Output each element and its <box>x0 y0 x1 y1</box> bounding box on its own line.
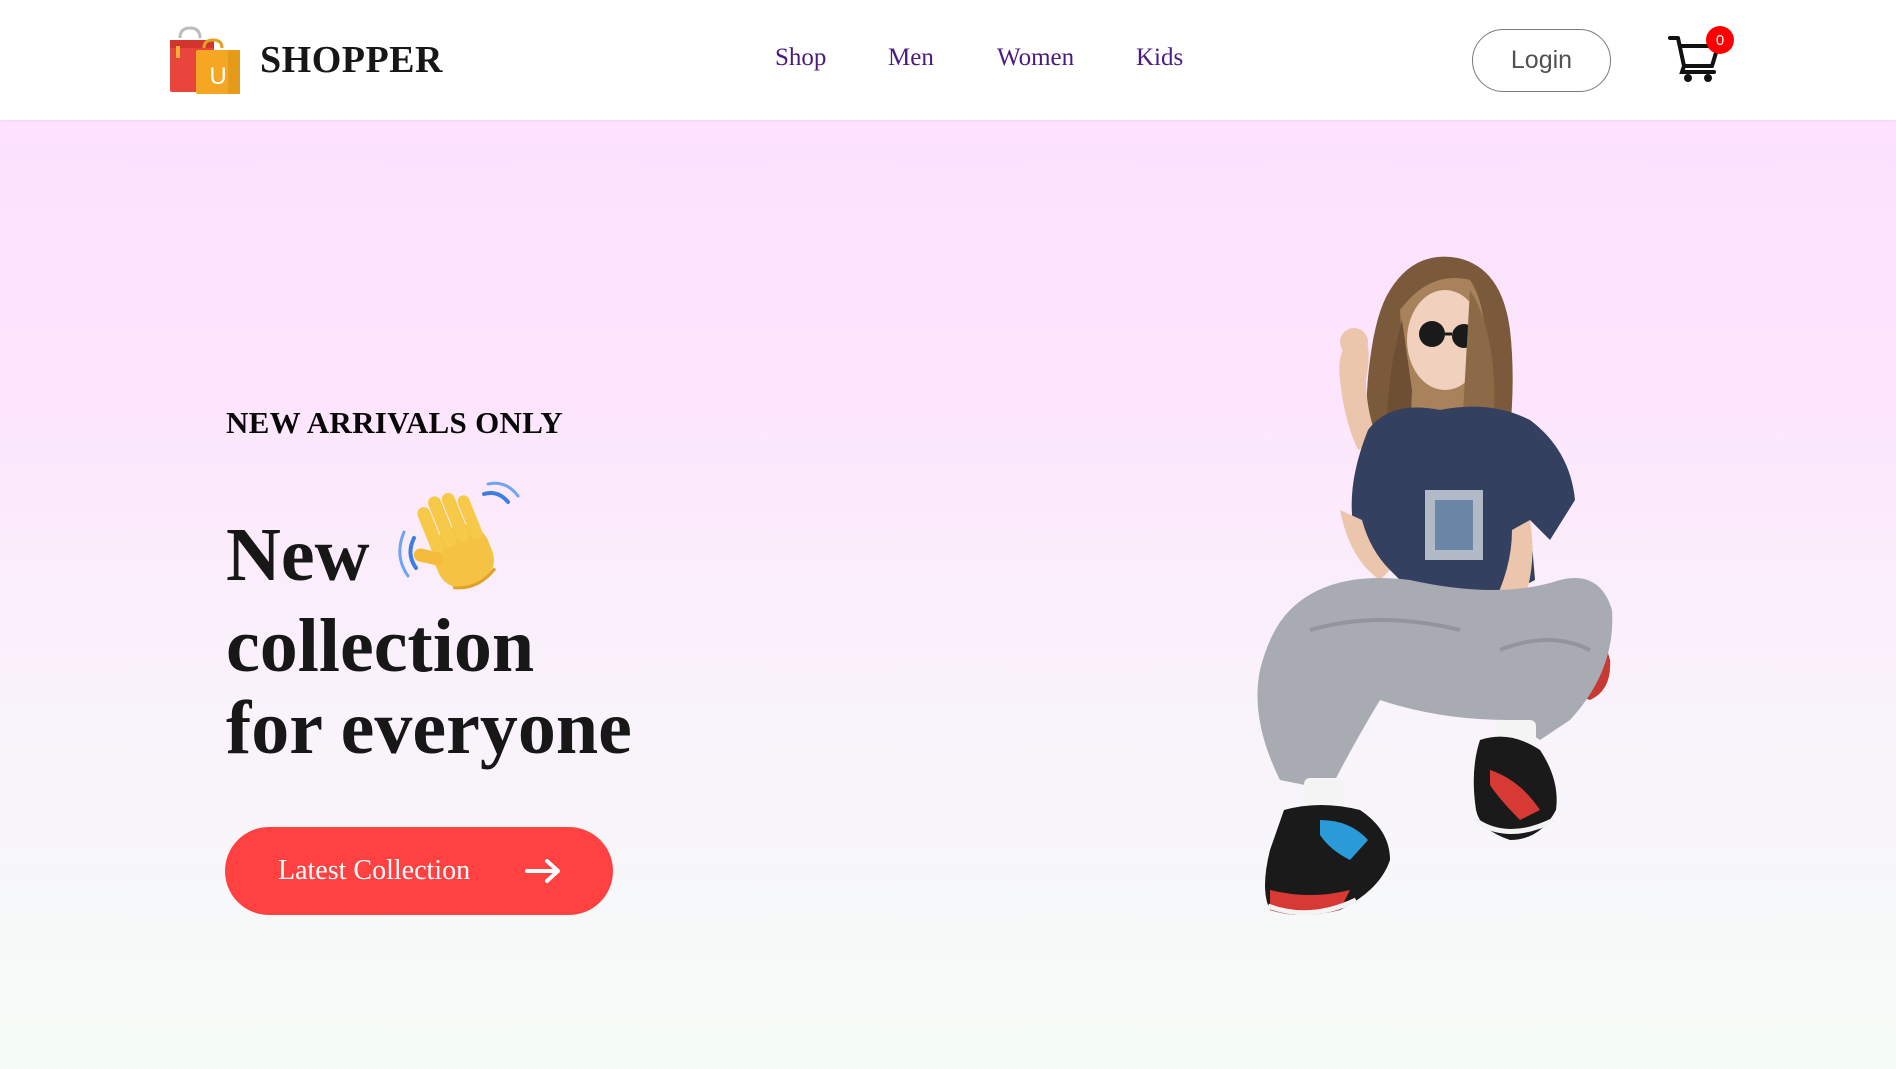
hero-headline-line-2: collection <box>226 604 535 688</box>
login-button[interactable]: Login <box>1472 29 1611 92</box>
hero-model-photo <box>1257 256 1613 916</box>
hero-headline-line-3: for everyone <box>226 686 632 770</box>
nav-item-shop[interactable]: Shop <box>775 44 826 72</box>
hero-headline-new: New <box>226 513 370 597</box>
latest-collection-button[interactable]: Latest Collection <box>225 827 613 915</box>
hero-headline-line-1: New <box>226 481 526 610</box>
cart-button[interactable]: 0 <box>1668 26 1734 84</box>
nav-item-men[interactable]: Men <box>888 44 934 72</box>
hero-section: NEW ARRIVALS ONLY New collection for eve… <box>0 120 1896 1069</box>
latest-collection-label: Latest Collection <box>278 855 471 886</box>
navbar: U SHOPPER Shop Men Women Kids Login 0 <box>0 0 1896 120</box>
nav-menu: Shop Men Women Kids <box>0 44 1896 78</box>
nav-item-kids[interactable]: Kids <box>1136 44 1183 72</box>
waving-hand-icon <box>397 481 520 590</box>
hero-tagline: NEW ARRIVALS ONLY <box>226 405 564 440</box>
cart-count-badge: 0 <box>1706 26 1734 54</box>
arrow-right-icon <box>525 859 560 883</box>
nav-item-women[interactable]: Women <box>997 44 1074 72</box>
